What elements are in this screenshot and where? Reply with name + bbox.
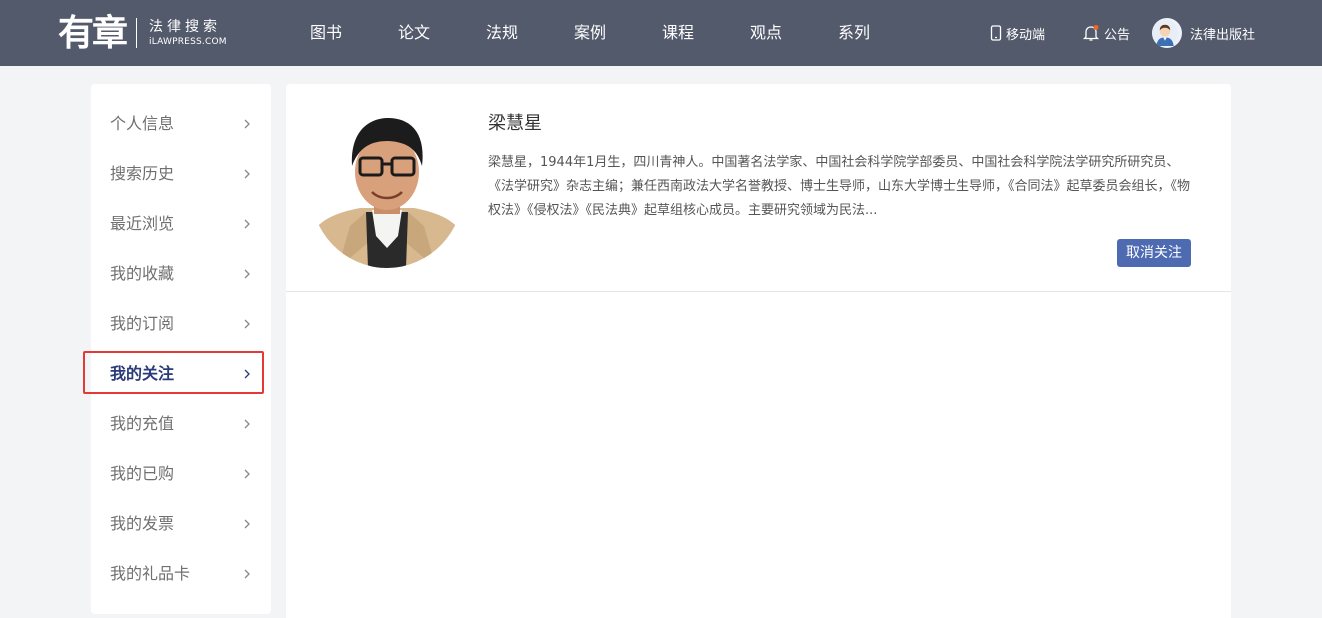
avatar [1152, 18, 1182, 48]
main-content: 梁慧星 梁慧星，1944年1月生，四川青神人。中国著名法学家、中国社会科学院学部… [286, 84, 1231, 618]
sidebar-item-label: 我的订阅 [110, 314, 175, 333]
sidebar-item-favorites[interactable]: 我的收藏 [91, 249, 271, 299]
mobile-link[interactable]: 移动端 [990, 0, 1045, 66]
nav-item-viewpoints[interactable]: 观点 [750, 0, 838, 66]
chevron-right-icon [244, 219, 250, 229]
followed-author-card: 梁慧星 梁慧星，1944年1月生，四川青神人。中国著名法学家、中国社会科学院学部… [286, 84, 1231, 292]
sidebar-item-label: 个人信息 [110, 114, 175, 133]
nav-item-series[interactable]: 系列 [838, 0, 926, 66]
mobile-label: 移动端 [1006, 27, 1046, 43]
author-bio: 梁慧星，1944年1月生，四川青神人。中国著名法学家、中国社会科学院学部委员、中… [488, 155, 1191, 218]
sidebar-item-label: 我的充值 [110, 414, 175, 433]
sidebar-item-label: 我的礼品卡 [110, 564, 191, 583]
sidebar-item-recent-views[interactable]: 最近浏览 [91, 199, 271, 249]
nav-item-regulations[interactable]: 法规 [486, 0, 574, 66]
sidebar-item-label: 我的发票 [110, 514, 175, 533]
chevron-right-icon [244, 469, 250, 479]
chevron-right-icon [244, 269, 250, 279]
notice-link[interactable]: 公告 [1082, 0, 1130, 66]
logo-text: 法律搜索 iLAWPRESS.COM [149, 18, 227, 48]
logo-divider [136, 18, 138, 48]
sidebar-item-label: 搜索历史 [110, 164, 175, 183]
main-nav: 图书 论文 法规 案例 课程 观点 系列 [310, 0, 926, 66]
logo-mark: 有章 [58, 12, 128, 54]
chevron-right-icon [244, 119, 250, 129]
author-portrait[interactable] [310, 108, 464, 268]
chevron-right-icon [244, 569, 250, 579]
bell-icon [1082, 25, 1100, 41]
sidebar-item-gift-cards[interactable]: 我的礼品卡 [91, 549, 271, 599]
logo-name-cn: 法律搜索 [149, 19, 222, 35]
chevron-right-icon [244, 419, 250, 429]
site-logo[interactable]: 有章 法律搜索 iLAWPRESS.COM [58, 10, 227, 56]
chevron-right-icon [244, 519, 250, 529]
sidebar-item-label: 最近浏览 [110, 214, 175, 233]
nav-item-books[interactable]: 图书 [310, 0, 398, 66]
chevron-right-icon [244, 319, 250, 329]
sidebar-item-label: 我的关注 [110, 364, 175, 383]
sidebar-item-profile[interactable]: 个人信息 [91, 99, 271, 149]
mobile-phone-icon [990, 25, 1002, 41]
notice-label: 公告 [1104, 27, 1131, 43]
chevron-right-icon [244, 169, 250, 179]
author-name[interactable]: 梁慧星 [488, 112, 542, 136]
unfollow-button[interactable]: 取消关注 [1117, 239, 1191, 267]
user-menu[interactable]: 法律出版社 [1152, 0, 1255, 66]
sidebar-item-invoices[interactable]: 我的发票 [91, 499, 271, 549]
user-name: 法律出版社 [1190, 27, 1256, 43]
author-photo [310, 108, 464, 268]
logo-name-en: iLAWPRESS.COM [149, 37, 227, 47]
nav-item-papers[interactable]: 论文 [398, 0, 486, 66]
sidebar-item-recharge[interactable]: 我的充值 [91, 399, 271, 449]
sidebar-item-label: 我的已购 [110, 464, 175, 483]
sidebar-item-purchased[interactable]: 我的已购 [91, 449, 271, 499]
sidebar-item-label: 我的收藏 [110, 264, 175, 283]
user-avatar-icon [1152, 20, 1178, 46]
account-sidebar: 个人信息 搜索历史 最近浏览 我的收藏 我的订阅 我的关注 我的充值 我的已购 … [83, 84, 271, 614]
sidebar-item-subscriptions[interactable]: 我的订阅 [91, 299, 271, 349]
sidebar-item-search-history[interactable]: 搜索历史 [91, 149, 271, 199]
top-navigation-bar: 有章 法律搜索 iLAWPRESS.COM 图书 论文 法规 案例 课程 观点 … [0, 0, 1322, 66]
nav-item-cases[interactable]: 案例 [574, 0, 662, 66]
sidebar-item-following[interactable]: 我的关注 [83, 349, 271, 399]
chevron-right-icon [244, 369, 250, 379]
nav-item-courses[interactable]: 课程 [662, 0, 750, 66]
